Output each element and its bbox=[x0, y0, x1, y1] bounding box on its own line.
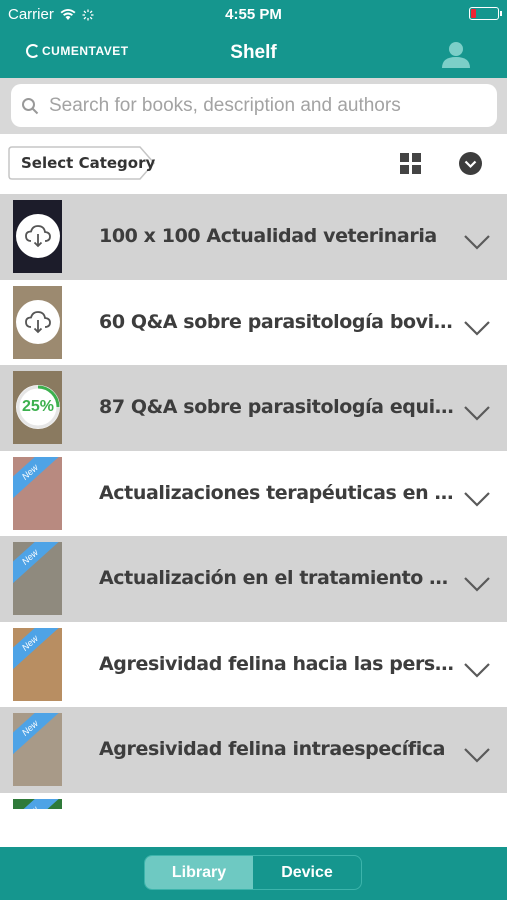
book-row[interactable]: New Actualizaciones terapéuticas en der..… bbox=[0, 450, 507, 536]
filter-bar: Select Category bbox=[0, 134, 507, 194]
chevron-down-circle-icon bbox=[459, 152, 482, 175]
book-row[interactable]: New Actualización en el tratamiento de la… bbox=[0, 536, 507, 622]
download-button[interactable] bbox=[16, 299, 60, 344]
book-title: 100 x 100 Actualidad veterinaria bbox=[99, 225, 437, 247]
chevron-down-icon bbox=[464, 320, 490, 336]
chevron-down-icon bbox=[464, 491, 490, 507]
tab-library[interactable]: Library bbox=[145, 856, 253, 889]
grid-view-button[interactable] bbox=[400, 153, 421, 179]
book-title: Agresividad felina intraespecífica bbox=[99, 738, 446, 760]
book-row[interactable]: New Agresividad felina hacia las personas bbox=[0, 621, 507, 707]
user-profile-button[interactable] bbox=[441, 40, 471, 68]
nav-bar: CUMENTAVET Shelf bbox=[0, 30, 507, 78]
grid-view-icon bbox=[400, 153, 421, 174]
book-title: Actualización en el tratamiento de la... bbox=[99, 567, 455, 589]
library-device-segment: Library Device bbox=[144, 855, 362, 890]
book-cover-thumbnail[interactable]: New bbox=[13, 798, 62, 809]
tab-device[interactable]: Device bbox=[253, 856, 361, 889]
book-row[interactable]: 25% 87 Q&A sobre parasitología equina.... bbox=[0, 365, 507, 451]
bottom-tab-bar: Library Device bbox=[0, 847, 507, 900]
book-row[interactable]: New Agresividad felina intraespecífica bbox=[0, 707, 507, 793]
chevron-down-icon bbox=[464, 662, 490, 678]
book-row[interactable]: New bbox=[0, 792, 507, 810]
page-title: Shelf bbox=[230, 42, 277, 63]
user-icon bbox=[442, 42, 470, 68]
book-title bbox=[99, 793, 455, 810]
book-list: 100 x 100 Actualidad veterinaria 60 Q&A s… bbox=[0, 194, 507, 809]
status-bar: Carrier 4:55 PM bbox=[0, 0, 507, 30]
chevron-down-icon bbox=[464, 748, 490, 763]
expand-row-button[interactable] bbox=[463, 662, 491, 683]
progress-percent: 25% bbox=[21, 398, 55, 415]
expand-row-button[interactable] bbox=[463, 747, 491, 768]
select-category-label: Select Category bbox=[21, 154, 156, 172]
chevron-down-icon bbox=[464, 235, 490, 250]
book-cover-thumbnail[interactable]: New bbox=[13, 627, 62, 701]
book-cover-thumbnail[interactable]: New bbox=[13, 713, 62, 786]
book-row[interactable]: 100 x 100 Actualidad veterinaria bbox=[0, 194, 507, 280]
clock: 4:55 PM bbox=[225, 6, 282, 23]
expand-row-button[interactable] bbox=[463, 576, 491, 597]
book-cover-thumbnail[interactable]: New bbox=[13, 456, 62, 530]
cloud-download-icon bbox=[25, 310, 51, 333]
book-title: Agresividad felina hacia las personas bbox=[99, 652, 455, 675]
cloud-download-icon bbox=[25, 225, 51, 248]
expand-row-button[interactable] bbox=[463, 491, 491, 512]
expand-row-button[interactable] bbox=[463, 320, 491, 341]
expand-row-button[interactable] bbox=[463, 405, 491, 426]
expand-row-button[interactable] bbox=[463, 234, 491, 255]
search-bar-container bbox=[0, 78, 507, 134]
chevron-down-icon bbox=[464, 577, 490, 592]
book-cover-thumbnail[interactable]: New bbox=[13, 542, 62, 615]
book-title: 87 Q&A sobre parasitología equina.... bbox=[99, 396, 455, 418]
chevron-down-icon bbox=[464, 406, 490, 421]
search-field[interactable] bbox=[11, 84, 497, 127]
book-row[interactable]: 60 Q&A sobre parasitología bovina bbox=[0, 279, 507, 365]
search-input[interactable] bbox=[47, 93, 471, 118]
sort-dropdown-button[interactable] bbox=[459, 152, 482, 180]
battery-icon bbox=[469, 7, 502, 20]
book-title: 60 Q&A sobre parasitología bovina bbox=[99, 310, 455, 333]
download-progress[interactable]: 25% bbox=[16, 385, 60, 429]
search-icon bbox=[22, 97, 39, 114]
select-category-button[interactable]: Select Category bbox=[8, 146, 156, 180]
book-title: Actualizaciones terapéuticas en der... bbox=[99, 481, 455, 504]
download-button[interactable] bbox=[16, 214, 60, 258]
